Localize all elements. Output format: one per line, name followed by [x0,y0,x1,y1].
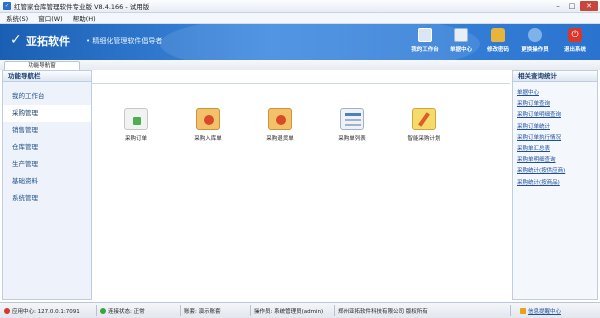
menu-window[interactable]: 窗口(W) [38,13,63,23]
message-center-text: 信息提醒中心 [528,309,562,315]
function-label: 采购入库单 [194,136,222,142]
query-link[interactable]: 采购订单统计 [517,122,597,133]
status-divider [180,305,181,316]
nav-item-basic-data[interactable]: 基础资料 [3,173,91,190]
operator-status: 操作员: 系统管理员(admin) [254,309,324,315]
document-center-button[interactable]: 单据中心 [446,28,476,58]
app-center-text: 应用中心: 127.0.0.1:7091 [12,309,80,315]
my-workbench-button[interactable]: 我的工作台 [410,28,440,58]
function-smart-purchase-plan[interactable]: 智能采购计划 [396,108,452,142]
function-label: 采购退货单 [266,136,294,142]
connection-icon [100,308,106,314]
tool-label: 单据中心 [449,47,472,53]
message-center-link[interactable]: 信息提醒中心 [520,307,561,315]
nav-item-system-management[interactable]: 系统管理 [3,190,91,207]
status-divider [334,305,335,316]
nav-item-production-management[interactable]: 生产管理 [3,156,91,173]
user-switch-icon [528,28,542,42]
status-divider [250,305,251,316]
query-link[interactable]: 采购统计(按商品) [517,178,597,189]
window-controls: – □ ✕ [552,1,598,11]
query-link[interactable]: 采购单明细查询 [517,155,597,166]
connection-status: 连接状态: 正常 [100,307,145,315]
title-bar: ✓ 红管家仓库管理软件专业版 V8.4.166 - 试用版 – □ ✕ [0,0,600,13]
function-purchase-list[interactable]: 采购单列表 [324,108,380,142]
query-link[interactable]: 采购单汇总表 [517,144,597,155]
left-navigation-panel: 功能导航栏 我的工作台 采购管理 销售管理 仓库管理 生产管理 基础资料 系统管… [2,70,92,300]
query-link[interactable]: 采购订单明细查询 [517,110,597,121]
connection-text: 连接状态: 正常 [108,309,145,315]
right-panel-title: 相关查询统计 [513,71,597,82]
tab-function-navigation[interactable]: 功能导航窗 [4,61,80,70]
minimize-button[interactable]: – [552,1,564,11]
logo-slogan: • 精细化管理软件倡导者 [86,37,163,45]
status-bar: 应用中心: 127.0.0.1:7091 连接状态: 正常 账套: 演示账套 操… [0,302,600,318]
change-password-button[interactable]: 修改密码 [483,28,513,58]
nav-item-my-workbench[interactable]: 我的工作台 [3,88,91,105]
monitor-icon [418,28,432,42]
status-divider [510,305,511,316]
query-link[interactable]: 采购订单查询 [517,99,597,110]
tool-label: 更换操作员 [521,47,549,53]
logo-icon: ✓ [10,32,22,48]
header-banner: ✓ 亚拓软件 • 精细化管理软件倡导者 我的工作台 单据中心 修改密码 更换操作… [0,24,600,60]
status-divider [96,305,97,316]
function-label: 采购单列表 [338,136,366,142]
message-icon [520,308,526,314]
nav-item-warehouse-management[interactable]: 仓库管理 [3,139,91,156]
app-icon: ✓ [3,2,11,10]
power-icon: ⏻ [568,28,582,42]
document-center-icon [454,28,468,42]
function-purchase-return[interactable]: 采购退货单 [252,108,308,142]
function-purchase-inbound[interactable]: 采购入库单 [180,108,236,142]
app-center-icon [4,308,10,314]
query-link[interactable]: 采购订单执行情况 [517,133,597,144]
purchase-order-icon [124,108,148,130]
tab-strip: 功能导航窗 [0,60,600,70]
switch-operator-button[interactable]: 更换操作员 [520,28,550,58]
tool-label: 我的工作台 [411,47,439,53]
menu-help[interactable]: 帮助(H) [73,13,96,23]
maximize-button[interactable]: □ [566,1,578,11]
smart-plan-icon [412,108,436,130]
function-label: 智能采购计划 [407,136,441,142]
query-link[interactable]: 单据中心 [517,88,597,99]
tool-label: 修改密码 [486,47,509,53]
related-queries-list: 单据中心 采购订单查询 采购订单明细查询 采购订单统计 采购订单执行情况 采购单… [513,82,597,189]
purchase-inbound-icon [196,108,220,130]
purchase-list-icon [340,108,364,130]
function-purchase-order[interactable]: 采购订单 [108,108,164,142]
app-center-status: 应用中心: 127.0.0.1:7091 [4,307,80,315]
related-queries-panel: 相关查询统计 单据中心 采购订单查询 采购订单明细查询 采购订单统计 采购订单执… [512,70,598,300]
tool-label: 退出系统 [563,47,586,53]
left-panel-title: 功能导航栏 [3,71,91,82]
lock-icon [491,28,505,42]
function-label: 采购订单 [124,136,147,142]
nav-item-purchase-management[interactable]: 采购管理 [3,105,91,122]
logo-text: 亚拓软件 [26,35,70,48]
query-link[interactable]: 采购统计(按供应商) [517,166,597,177]
nav-item-sales-management[interactable]: 销售管理 [3,122,91,139]
purchase-return-icon [268,108,292,130]
exit-system-button[interactable]: ⏻ 退出系统 [560,28,590,58]
close-button[interactable]: ✕ [580,1,598,11]
menu-bar: 系统(S) 窗口(W) 帮助(H) [0,13,600,24]
window-title: 红管家仓库管理软件专业版 V8.4.166 - 试用版 [14,3,150,11]
account-status: 账套: 演示账套 [184,309,221,315]
function-area: 采购订单 采购入库单 采购退货单 采购单列表 智能采购计划 [92,83,510,300]
menu-system[interactable]: 系统(S) [6,13,28,23]
copyright-text: 郑州亚拓软件科技有限公司 版权所有 [338,309,428,315]
